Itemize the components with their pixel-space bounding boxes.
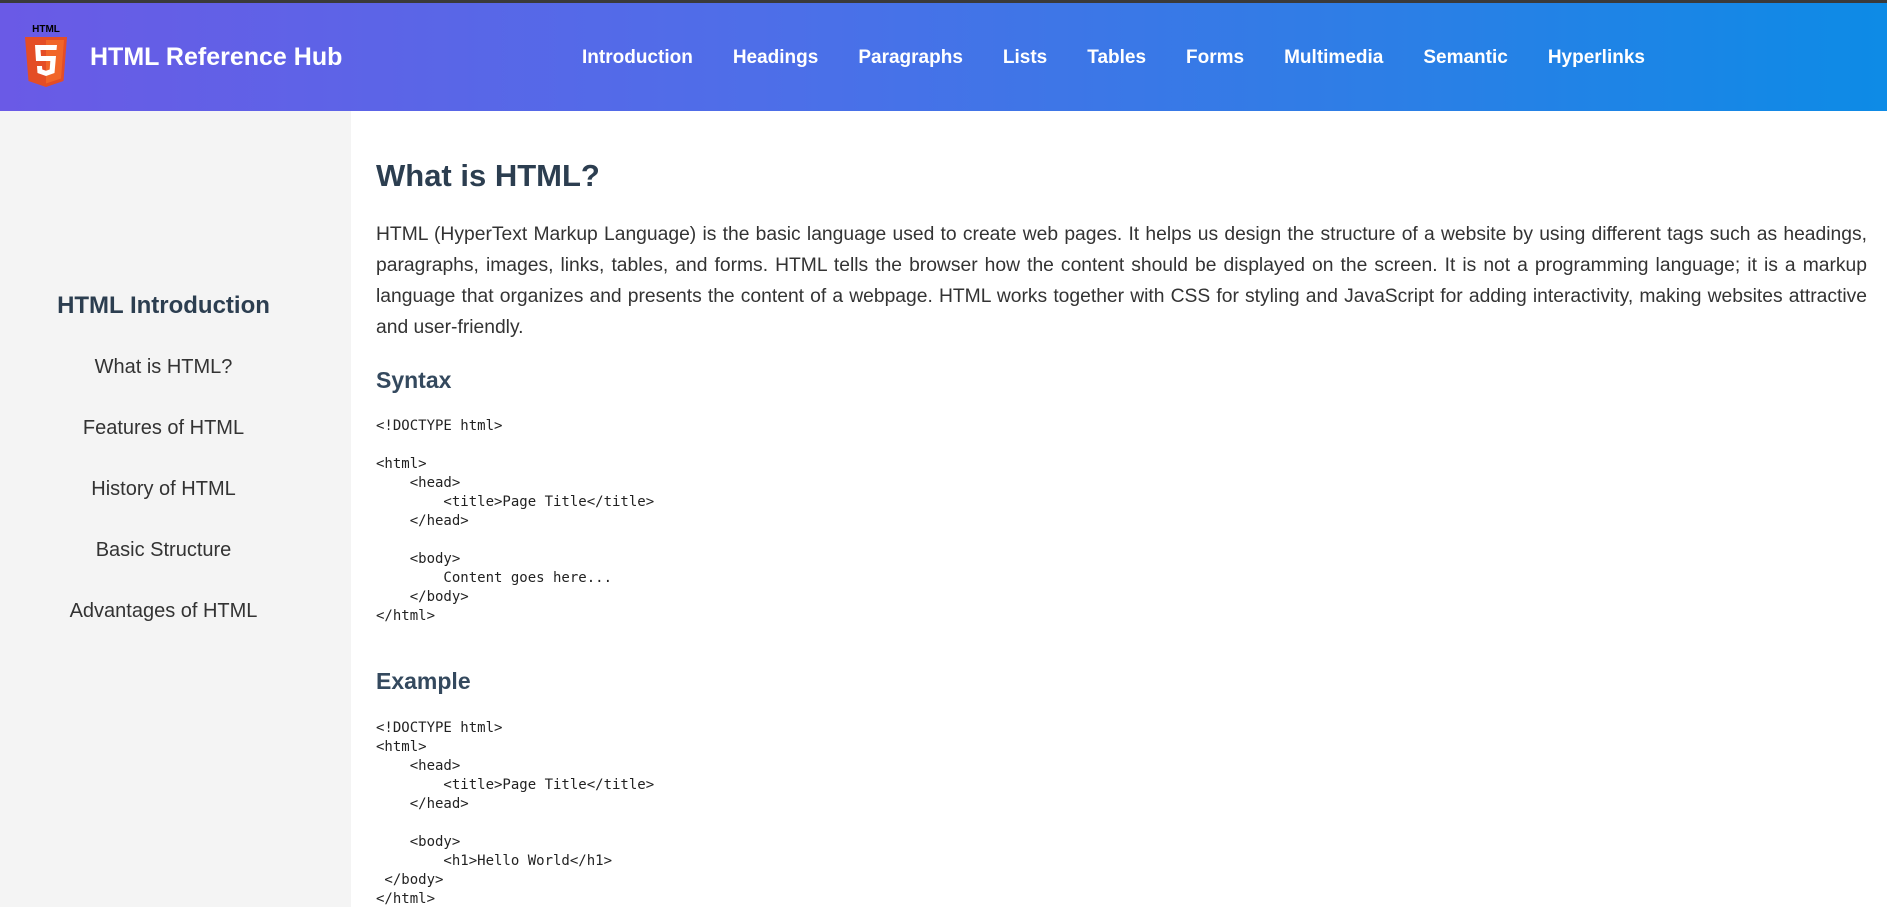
- top-navbar: HTML HTML Reference Hub Introduction Hea…: [0, 3, 1887, 111]
- example-code-block: <!DOCTYPE html> <html> <head> <title>Pag…: [376, 720, 655, 907]
- syntax-heading: Syntax: [376, 367, 452, 393]
- html5-logo-icon: HTML: [25, 24, 67, 87]
- sidebar-item-features[interactable]: Features of HTML: [0, 417, 327, 478]
- brand-title[interactable]: HTML Reference Hub: [90, 43, 342, 72]
- page-title: What is HTML?: [376, 158, 600, 193]
- sidebar-item-basic-structure[interactable]: Basic Structure: [0, 539, 327, 600]
- sidebar: HTML Introduction What is HTML? Features…: [0, 111, 351, 907]
- intro-paragraph: HTML (HyperText Markup Language) is the …: [376, 224, 1867, 338]
- sidebar-item-advantages[interactable]: Advantages of HTML: [0, 600, 327, 661]
- sidebar-item-history[interactable]: History of HTML: [0, 478, 327, 539]
- nav-introduction[interactable]: Introduction: [582, 47, 693, 69]
- logo-text: HTML: [32, 24, 60, 35]
- nav-semantic[interactable]: Semantic: [1423, 47, 1507, 69]
- example-heading: Example: [376, 668, 471, 694]
- syntax-code-block: <!DOCTYPE html> <html> <head> <title>Pag…: [376, 418, 655, 624]
- nav-hyperlinks[interactable]: Hyperlinks: [1548, 47, 1645, 69]
- nav-paragraphs[interactable]: Paragraphs: [858, 47, 963, 69]
- sidebar-list: What is HTML? Features of HTML History o…: [0, 356, 327, 661]
- sidebar-item-what-is-html[interactable]: What is HTML?: [0, 356, 327, 417]
- nav-tables[interactable]: Tables: [1087, 47, 1146, 69]
- main-menu: Introduction Headings Paragraphs Lists T…: [582, 47, 1645, 69]
- nav-lists[interactable]: Lists: [1003, 47, 1047, 69]
- nav-forms[interactable]: Forms: [1186, 47, 1244, 69]
- nav-multimedia[interactable]: Multimedia: [1284, 47, 1383, 69]
- nav-headings[interactable]: Headings: [733, 47, 819, 69]
- sidebar-title: HTML Introduction: [57, 292, 270, 319]
